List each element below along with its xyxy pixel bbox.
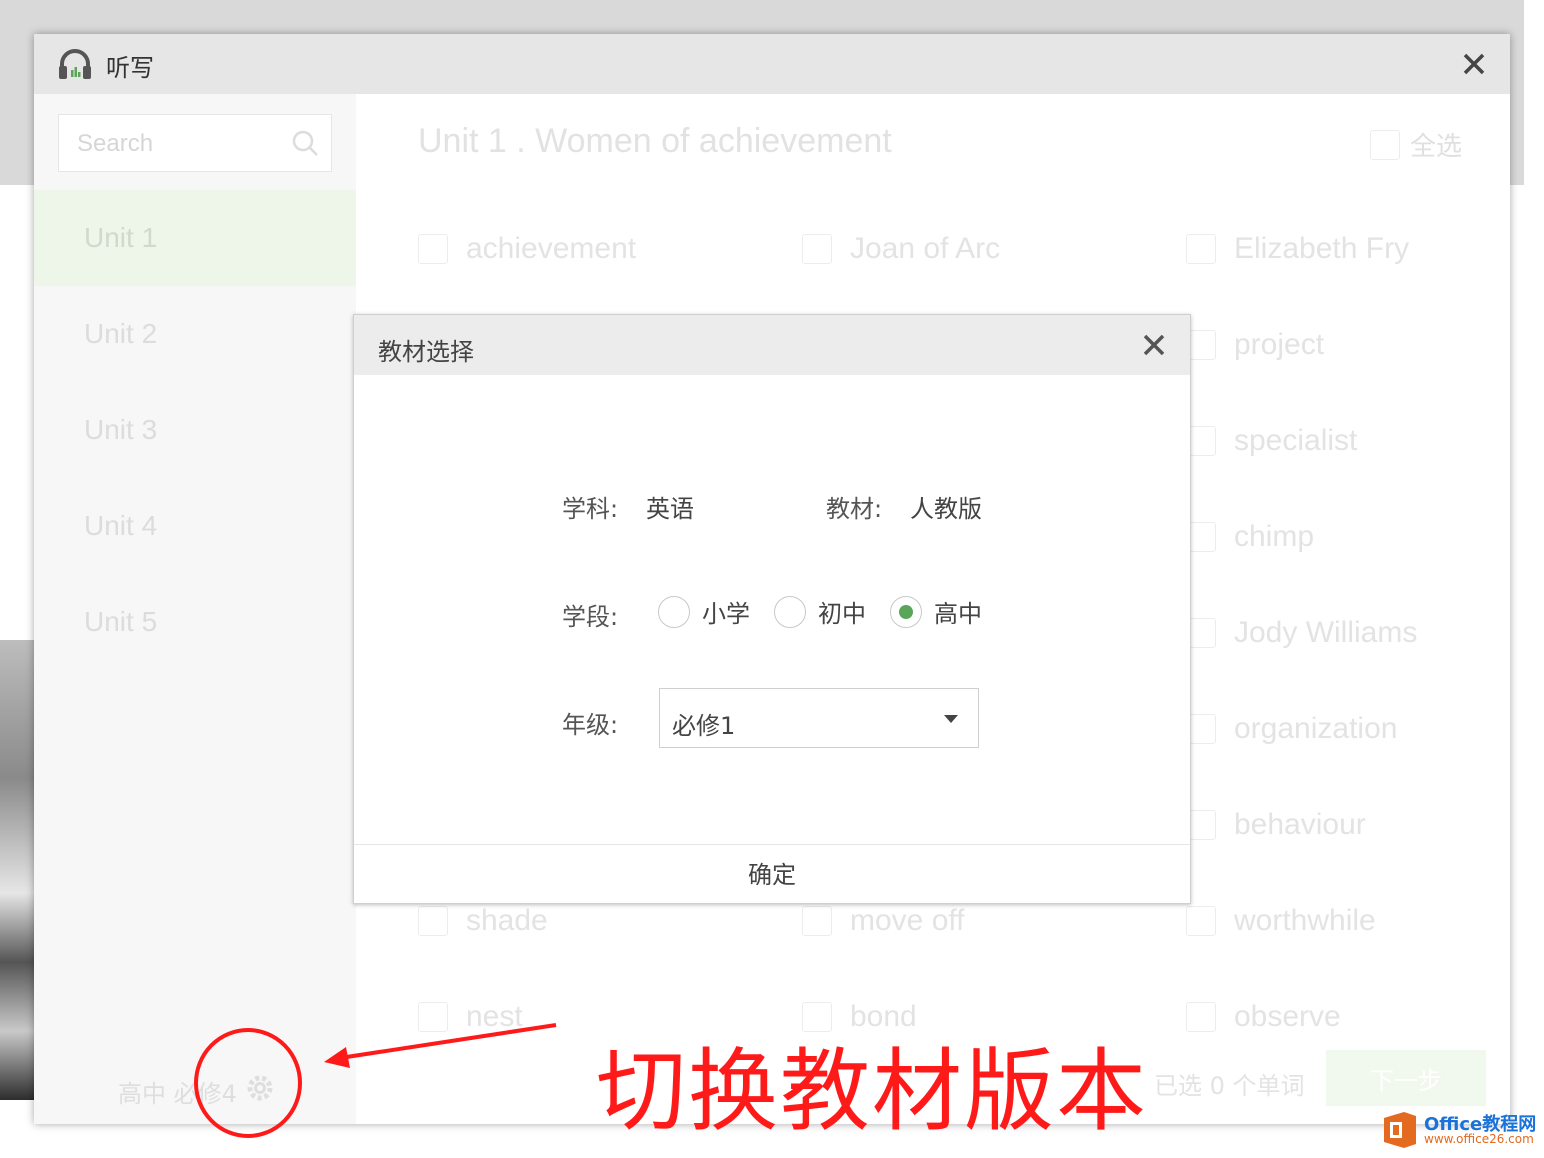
office-logo-icon xyxy=(1380,1110,1420,1155)
watermark: Office教程网 www.office26.com xyxy=(1380,1110,1540,1154)
annotation-overlay xyxy=(194,1023,557,1138)
annotation-circle xyxy=(194,1028,302,1138)
watermark-url: www.office26.com xyxy=(1424,1132,1534,1146)
annotation-text: 切换教材版本 xyxy=(596,1039,1148,1144)
annotation-arrow-head xyxy=(324,1047,350,1068)
annotation-arrow-line xyxy=(339,1023,557,1060)
